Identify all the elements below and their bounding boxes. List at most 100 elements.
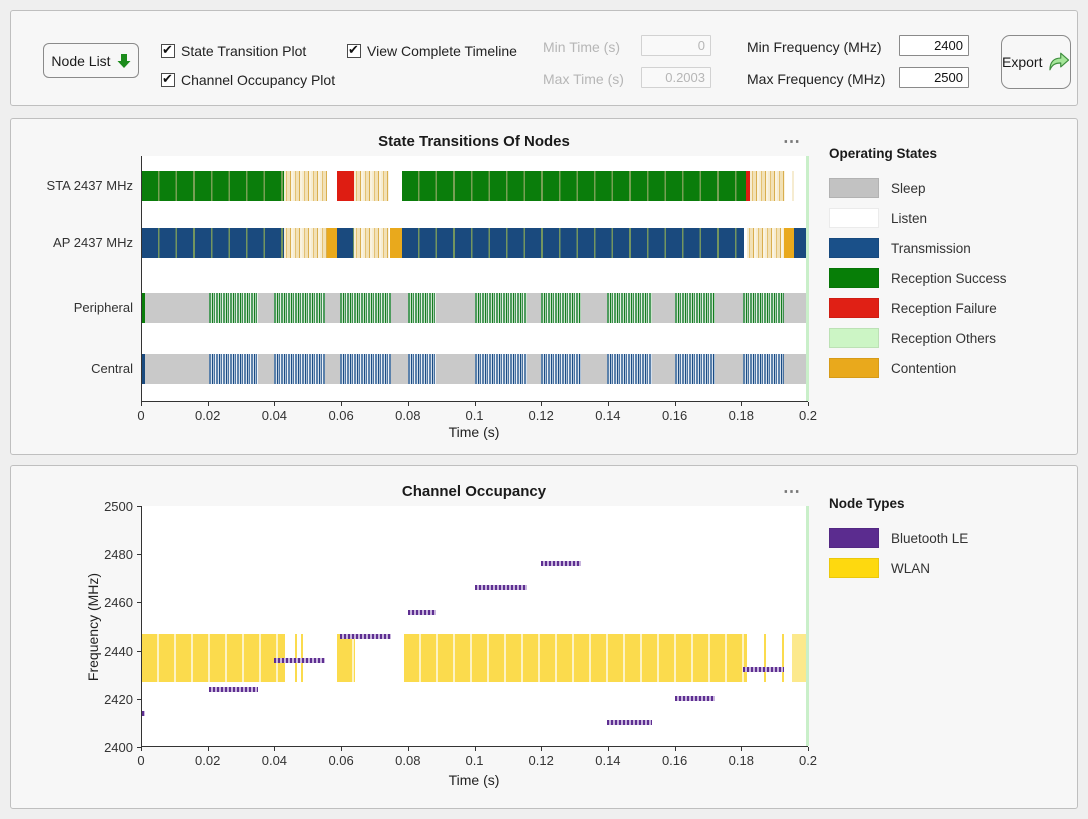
legend-label: Reception Failure	[891, 301, 997, 316]
state-segment	[750, 171, 785, 201]
row-label: Central	[11, 361, 133, 376]
x-tick	[808, 402, 809, 406]
legend-item: Reception Failure	[829, 293, 1007, 323]
x-tick-label: 0.08	[395, 408, 420, 423]
operating-states-legend: Operating States SleepListenTransmission…	[829, 146, 1007, 383]
x-tick-label: 0.02	[195, 753, 220, 768]
axes-toolbar-menu[interactable]: ⋯	[783, 137, 802, 147]
state-segment	[607, 354, 652, 384]
bluetooth-le-segment	[675, 696, 715, 701]
green-down-arrow-icon	[117, 53, 131, 69]
legend-swatch	[829, 238, 879, 258]
state-segment	[408, 354, 436, 384]
legend-swatch	[829, 558, 879, 578]
state-segment	[390, 228, 402, 258]
legend-swatch	[829, 298, 879, 318]
legend-item: Sleep	[829, 173, 1007, 203]
min-frequency-input[interactable]	[899, 35, 969, 56]
x-tick	[208, 747, 209, 751]
y-tick	[137, 651, 141, 652]
x-tick	[274, 747, 275, 751]
x-tick-label: 0.2	[799, 408, 817, 423]
row-label: STA 2437 MHz	[11, 178, 133, 193]
state-row	[142, 228, 809, 258]
export-label: Export	[1002, 54, 1042, 70]
state-plot-xlabel: Time (s)	[449, 424, 500, 440]
state-segment	[675, 354, 715, 384]
state-segment	[743, 293, 783, 323]
max-frequency-input[interactable]	[899, 67, 969, 88]
x-tick-label: 0.2	[799, 753, 817, 768]
y-tick-label: 2500	[93, 499, 133, 514]
x-tick-label: 0.04	[262, 753, 287, 768]
state-segment	[743, 354, 783, 384]
node-types-legend: Node Types Bluetooth LEWLAN	[829, 496, 968, 583]
state-segment	[784, 228, 793, 258]
state-segment	[792, 171, 794, 201]
state-segment	[327, 228, 337, 258]
legend-title: Operating States	[829, 146, 1007, 161]
y-tick	[137, 506, 141, 507]
checkbox-state-transition-plot[interactable]: State Transition Plot	[161, 43, 306, 59]
node-list-button[interactable]: Node List	[43, 43, 139, 78]
row-label: Peripheral	[11, 300, 133, 315]
bluetooth-le-segment	[340, 634, 391, 639]
max-time-label: Max Time (s)	[543, 71, 624, 87]
y-tick	[137, 554, 141, 555]
x-tick-label: 0.14	[595, 753, 620, 768]
x-tick	[541, 402, 542, 406]
x-tick-label: 0.1	[465, 408, 483, 423]
state-segment	[274, 293, 325, 323]
legend-item: Contention	[829, 353, 1007, 383]
x-tick-label: 0.16	[662, 408, 687, 423]
bluetooth-le-segment	[142, 711, 145, 716]
export-button[interactable]: Export	[1001, 35, 1071, 89]
wlan-segment	[764, 634, 766, 682]
row-label: AP 2437 MHz	[11, 235, 133, 250]
occupancy-plot-xlabel: Time (s)	[449, 772, 500, 788]
x-tick	[341, 402, 342, 406]
y-tick	[137, 699, 141, 700]
checkbox-icon	[347, 44, 361, 58]
bluetooth-le-segment	[743, 667, 783, 672]
state-row	[142, 171, 809, 201]
x-tick	[475, 747, 476, 751]
x-tick	[675, 747, 676, 751]
x-tick-label: 0.06	[328, 408, 353, 423]
channel-occupancy-panel: Channel Occupancy ⋯ 24002420244024602480…	[10, 465, 1078, 809]
state-segment	[354, 171, 389, 201]
legend-item: Reception Success	[829, 263, 1007, 293]
x-tick	[741, 402, 742, 406]
x-tick	[808, 747, 809, 751]
state-segment	[209, 293, 258, 323]
x-tick	[341, 747, 342, 751]
state-segment	[541, 293, 581, 323]
x-tick	[675, 402, 676, 406]
wlan-segment	[782, 634, 784, 682]
state-transitions-plot-area	[141, 156, 808, 402]
wlan-segment	[142, 634, 285, 682]
checkbox-channel-occupancy-plot[interactable]: Channel Occupancy Plot	[161, 72, 335, 88]
x-tick	[208, 402, 209, 406]
legend-label: Listen	[891, 211, 927, 226]
export-arrow-icon	[1048, 52, 1070, 72]
state-segment	[209, 354, 258, 384]
state-segment	[675, 293, 715, 323]
axes-toolbar-menu[interactable]: ⋯	[783, 487, 802, 497]
legend-swatch	[829, 208, 879, 228]
bluetooth-le-segment	[408, 610, 436, 615]
x-tick	[274, 402, 275, 406]
legend-item: Listen	[829, 203, 1007, 233]
legend-swatch	[829, 178, 879, 198]
state-segment	[475, 293, 528, 323]
state-segment	[607, 293, 652, 323]
state-segment	[747, 228, 784, 258]
min-time-label: Min Time (s)	[543, 39, 620, 55]
checkbox-label: View Complete Timeline	[367, 43, 517, 59]
legend-item: WLAN	[829, 553, 968, 583]
legend-label: WLAN	[891, 561, 930, 576]
x-tick-label: 0.12	[529, 408, 554, 423]
x-tick	[141, 402, 142, 406]
checkbox-view-complete-timeline[interactable]: View Complete Timeline	[347, 43, 517, 59]
occupancy-plot-title: Channel Occupancy	[402, 483, 546, 500]
